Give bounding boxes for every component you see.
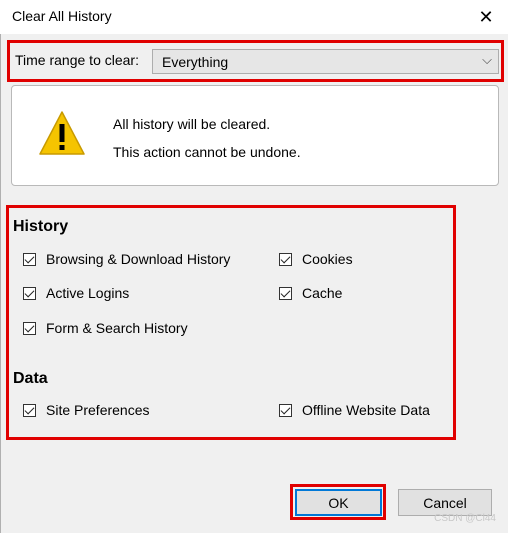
window-title: Clear All History (12, 8, 112, 24)
checkbox-offline-website-data[interactable]: Offline Website Data (279, 402, 430, 418)
checkbox-box[interactable] (23, 321, 36, 335)
time-range-label: Time range to clear: (15, 52, 139, 68)
checkbox-label: Browsing & Download History (46, 251, 231, 267)
watermark: CSDN @Cl44 (434, 513, 496, 524)
ok-button[interactable]: OK (295, 489, 382, 516)
checkbox-label: Cookies (302, 251, 353, 267)
close-icon: ✕ (478, 6, 494, 27)
checkbox-box[interactable] (23, 403, 36, 417)
checkbox-label: Offline Website Data (302, 402, 430, 418)
checkbox-box[interactable] (279, 286, 292, 300)
window-left-edge (0, 34, 1, 533)
checkbox-box[interactable] (23, 252, 36, 266)
warning-line-1: All history will be cleared. (113, 116, 271, 132)
time-range-value: Everything (162, 54, 229, 70)
warning-panel: All history will be cleared. This action… (11, 85, 499, 186)
history-heading: History (13, 218, 69, 235)
checkbox-label: Site Preferences (46, 402, 150, 418)
checkbox-form-search-history[interactable]: Form & Search History (23, 320, 188, 336)
checkbox-browsing-download-history[interactable]: Browsing & Download History (23, 251, 230, 267)
checkbox-active-logins[interactable]: Active Logins (23, 285, 129, 301)
checkbox-box[interactable] (23, 286, 36, 300)
checkbox-label: Form & Search History (46, 320, 188, 336)
checkbox-label: Cache (302, 285, 343, 301)
checkbox-cache[interactable]: Cache (279, 285, 342, 301)
title-bar: Clear All History ✕ (0, 0, 508, 34)
warning-icon (39, 111, 85, 155)
checkbox-label: Active Logins (46, 285, 130, 301)
checkbox-box[interactable] (279, 403, 292, 417)
time-range-select[interactable]: Everything ⌵ (152, 49, 499, 74)
warning-line-2: This action cannot be undone. (113, 144, 301, 160)
checkbox-site-preferences[interactable]: Site Preferences (23, 402, 150, 418)
checkbox-box[interactable] (279, 252, 292, 266)
checkbox-cookies[interactable]: Cookies (279, 251, 353, 267)
cancel-button[interactable]: Cancel (398, 489, 492, 516)
close-button[interactable]: ✕ (464, 0, 508, 34)
chevron-down-icon: ⌵ (482, 52, 492, 67)
data-heading: Data (13, 370, 48, 387)
